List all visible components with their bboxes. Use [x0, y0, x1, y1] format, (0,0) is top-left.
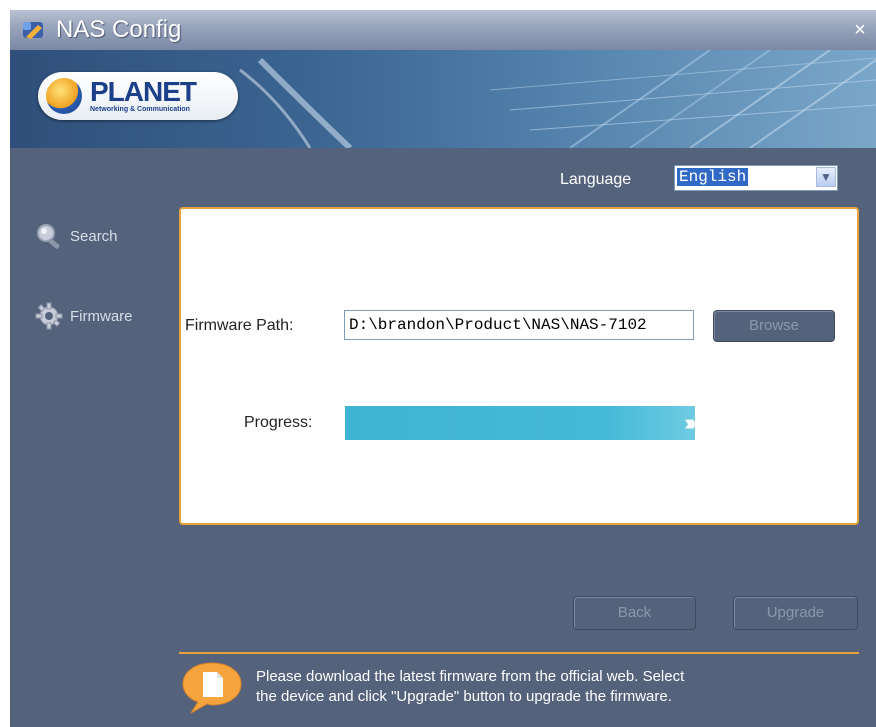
chevron-down-icon[interactable]: ▼ [816, 167, 836, 187]
firmware-panel [179, 207, 859, 525]
planet-logo: PLANET Networking & Communication [38, 72, 238, 120]
globe-icon [46, 78, 82, 114]
gear-icon [35, 302, 63, 330]
nas-config-window: NAS Config × PLANET Networking & Communi… [10, 10, 876, 727]
language-select[interactable]: English ▼ [674, 165, 838, 191]
sidebar-item-firmware[interactable]: Firmware [34, 300, 133, 332]
firmware-path-field[interactable]: D:\brandon\Product\NAS\NAS-7102 [344, 310, 694, 340]
title-bar[interactable]: NAS Config × [10, 10, 876, 50]
language-label: Language [560, 171, 632, 188]
close-button[interactable]: × [850, 20, 870, 40]
progress-fill: ››››› [345, 406, 695, 440]
progress-bar: ››››› [345, 406, 695, 440]
footer-divider [179, 652, 859, 654]
sidebar-item-label: Firmware [70, 307, 133, 325]
logo-text: PLANET [90, 76, 197, 107]
magnifier-icon [37, 224, 60, 249]
firmware-path-label: Firmware Path: [185, 317, 294, 334]
browse-button[interactable]: Browse [713, 310, 835, 342]
sidebar-item-label: Search [70, 227, 118, 245]
back-button[interactable]: Back [573, 596, 696, 630]
progress-label: Progress: [244, 414, 313, 431]
language-selected-value: English [677, 168, 749, 186]
sidebar-item-search[interactable]: Search [34, 220, 118, 252]
info-message: Please download the latest firmware from… [256, 667, 856, 707]
logo-subtitle: Networking & Communication [90, 106, 190, 113]
progress-chevrons: ››››› [684, 410, 695, 435]
info-bubble-icon [182, 662, 242, 714]
app-icon [23, 22, 43, 39]
window-title: NAS Config [56, 16, 182, 43]
upgrade-button[interactable]: Upgrade [733, 596, 858, 630]
info-line-2: the device and click "Upgrade" button to… [256, 688, 672, 705]
info-line-1: Please download the latest firmware from… [256, 668, 685, 685]
